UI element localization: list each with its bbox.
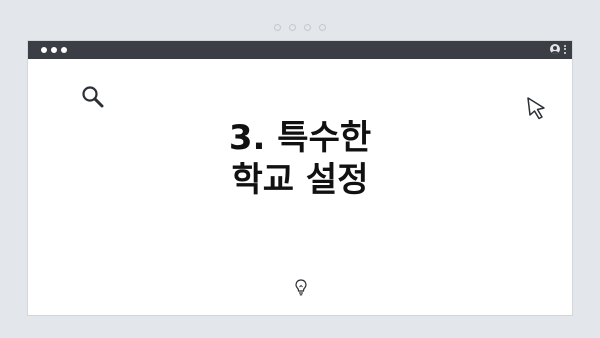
browser-window: 3. 특수한 학교 설정 bbox=[27, 40, 573, 316]
carousel-dots bbox=[0, 24, 600, 31]
search-icon bbox=[82, 86, 104, 108]
carousel-dot[interactable] bbox=[289, 24, 296, 31]
window-titlebar bbox=[28, 41, 572, 59]
page-title: 3. 특수한 학교 설정 bbox=[28, 117, 572, 201]
window-maximize-dot[interactable] bbox=[61, 47, 67, 53]
window-controls bbox=[41, 47, 67, 53]
more-vertical-icon[interactable] bbox=[564, 44, 566, 54]
carousel-dot[interactable] bbox=[319, 24, 326, 31]
carousel-dot[interactable] bbox=[304, 24, 311, 31]
carousel-dot[interactable] bbox=[274, 24, 281, 31]
page-title-line-1: 3. 특수한 bbox=[228, 118, 372, 158]
titlebar-actions bbox=[550, 44, 566, 54]
window-minimize-dot[interactable] bbox=[51, 47, 57, 53]
lightbulb-icon bbox=[295, 279, 307, 296]
window-close-dot[interactable] bbox=[41, 47, 47, 53]
page-title-line-2: 학교 설정 bbox=[231, 160, 369, 200]
user-icon[interactable] bbox=[550, 44, 560, 54]
